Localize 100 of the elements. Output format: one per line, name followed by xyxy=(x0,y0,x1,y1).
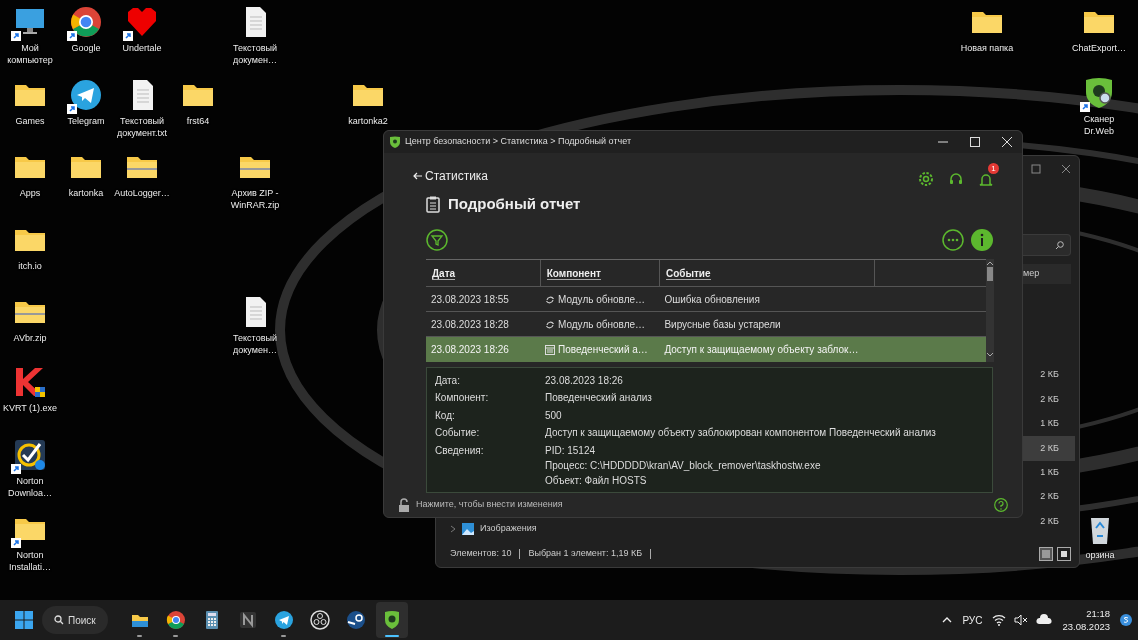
bell-icon[interactable] xyxy=(978,171,994,188)
column-header[interactable]: Событие xyxy=(665,267,711,280)
desktop-icon-label[interactable]: Telegram xyxy=(67,115,105,127)
cloud-icon[interactable] xyxy=(1036,614,1053,626)
desktop-icon-label[interactable]: Текстовый докумен… xyxy=(225,42,285,66)
refresh-icon xyxy=(545,319,556,330)
desktop-icon-label[interactable]: KVRT (1).exe xyxy=(2,402,58,414)
desktop-icon-label[interactable]: Norton Downloa… xyxy=(0,475,60,499)
column-header[interactable]: Компонент xyxy=(546,267,601,280)
desktop-icon-label[interactable]: AutoLogger… xyxy=(114,187,170,199)
detail-value: 500 xyxy=(545,408,562,423)
column-header[interactable]: Дата xyxy=(432,267,456,280)
notification-count: 1 xyxy=(988,163,999,174)
desktop-icon-label[interactable]: Архив ZIP - WinRAR.zip xyxy=(225,187,285,211)
headset-icon[interactable] xyxy=(948,171,964,187)
more-options-icon[interactable] xyxy=(942,229,964,251)
desktop-icon-label[interactable]: itch.io xyxy=(18,260,42,272)
table-cell: Ошибка обновления xyxy=(659,286,875,312)
taskbar-search[interactable]: Поиск xyxy=(42,606,108,634)
shield-k-icon[interactable] xyxy=(13,365,47,399)
back-link[interactable]: Статистика xyxy=(413,167,489,185)
table-cell: 23.08.2023 18:55 xyxy=(426,286,541,312)
chevron-icon[interactable] xyxy=(450,525,456,533)
nav-item[interactable]: Изображения xyxy=(480,522,537,536)
status-text: Выбран 1 элемент: 1,19 КБ xyxy=(528,547,643,561)
letter-n-icon xyxy=(237,610,258,630)
desktop-icon-label[interactable]: Сканер Dr.Web xyxy=(1069,113,1129,137)
desktop-icon-label[interactable]: Undertale xyxy=(122,42,162,54)
window-title: Центр безопасности > Статистика > Подробный отчет xyxy=(405,135,632,149)
desktop-icon-label[interactable]: Мой компьютер xyxy=(0,42,60,66)
desktop-icon-label[interactable]: kartonka2 xyxy=(348,115,388,127)
footer-hint[interactable]: Нажмите, чтобы внести изменения xyxy=(416,498,563,512)
info-icon[interactable] xyxy=(971,229,993,251)
size-cell-text: 1 КБ xyxy=(1039,466,1060,479)
desktop-icon-label[interactable]: Apps xyxy=(19,187,41,199)
desktop-icon-label[interactable]: Текстовый документ.txt xyxy=(112,115,172,139)
wifi-icon[interactable] xyxy=(992,614,1007,626)
desktop-icon-label[interactable]: Google xyxy=(71,42,101,54)
clipboard-icon xyxy=(426,195,440,213)
chrome-icon[interactable] xyxy=(69,5,103,39)
desktop-icon-label[interactable]: frst64 xyxy=(186,115,210,127)
detail-label: Компонент: xyxy=(435,391,490,405)
clock-date[interactable]: 23.08.2023 xyxy=(1062,620,1110,633)
telegram-icon[interactable] xyxy=(69,78,103,112)
taskbar-app[interactable] xyxy=(375,602,408,638)
table-row[interactable]: 23.08.2023 18:26 Поведенческий а… Доступ к защищаемому объекту заблок… xyxy=(426,336,986,362)
size-cell-text: 2 КБ xyxy=(1039,392,1060,406)
desktop-icon-label[interactable]: Текстовый докумен… xyxy=(225,332,285,356)
size-cell: 2 КБ xyxy=(1023,436,1075,461)
window-icon xyxy=(545,345,556,356)
detail-value: PID: 15124 xyxy=(545,443,597,458)
detail-label: Дата: xyxy=(435,373,461,388)
language-indicator[interactable]: РУС xyxy=(962,612,983,628)
notification-icon[interactable] xyxy=(1120,614,1132,626)
status-text: Элементов: 10 xyxy=(450,547,512,561)
list-icon xyxy=(1042,550,1050,558)
table-cell: Поведенческий а… xyxy=(540,336,660,362)
search-field[interactable] xyxy=(1023,234,1071,256)
column-header[interactable]: мер xyxy=(1023,264,1071,284)
tiles-view-button[interactable] xyxy=(1057,547,1071,561)
desktop-icon-label[interactable]: kartonka xyxy=(68,187,104,199)
filter-icon[interactable] xyxy=(426,229,448,251)
detail-value: Процесс: C:\HDDDDD\kran\AV_block_remover\taskhostw.exe xyxy=(545,458,821,473)
search-icon xyxy=(1055,240,1064,250)
padlock-icon[interactable] xyxy=(398,498,410,512)
square-icon xyxy=(1060,550,1068,558)
speaker-muted-icon[interactable] xyxy=(1014,614,1029,626)
telegram-icon xyxy=(273,610,294,630)
desktop-icon-label[interactable]: AVbr.zip xyxy=(13,332,47,344)
size-cell-text: 2 КБ xyxy=(1039,514,1060,528)
detail-value: Объект: Файл HOSTS xyxy=(545,473,648,488)
detail-value: 23.08.2023 18:26 xyxy=(545,373,623,388)
chrome-icon xyxy=(165,610,186,630)
steam-icon xyxy=(345,610,366,630)
search-icon xyxy=(54,615,64,625)
table-cell: Доступ к защищаемому объекту заблок… xyxy=(659,336,875,362)
refresh-icon xyxy=(545,294,556,305)
chevron-up-icon[interactable] xyxy=(942,616,953,624)
desktop-icon-label[interactable]: Games xyxy=(15,115,45,127)
settings-icon[interactable] xyxy=(918,171,934,187)
clock-time[interactable]: 21:18 xyxy=(1062,607,1110,620)
size-cell-text: 1 КБ xyxy=(1039,417,1060,431)
detail-label: Событие: xyxy=(435,426,481,440)
shield-icon xyxy=(389,136,401,148)
desktop-icon-label[interactable]: ChatExport… xyxy=(1072,42,1126,54)
size-cell-text: 2 КБ xyxy=(1039,490,1060,504)
pictures-icon xyxy=(462,523,474,535)
detail-value: Доступ к защищаемому объекту заблокирован компонентом Поведенческий анализ xyxy=(545,426,936,440)
arrow-left-icon xyxy=(413,172,422,180)
detail-label: Сведения: xyxy=(435,443,485,458)
desktop-icon-label[interactable]: орзина xyxy=(1085,549,1115,561)
checkmark-icon[interactable] xyxy=(13,438,47,472)
scroll-arrows-icon xyxy=(986,259,994,359)
start-button-icon[interactable] xyxy=(14,610,34,630)
table-row[interactable]: 23.08.2023 18:55 Модуль обновле… Ошибка обновления xyxy=(426,286,986,312)
desktop-icon-label[interactable]: Новая папка xyxy=(960,42,1014,54)
desktop-icon-label[interactable]: Norton Installati… xyxy=(0,549,60,573)
obs-icon xyxy=(309,610,330,630)
scrollbar[interactable] xyxy=(986,259,994,362)
help-icon[interactable] xyxy=(994,498,1008,512)
